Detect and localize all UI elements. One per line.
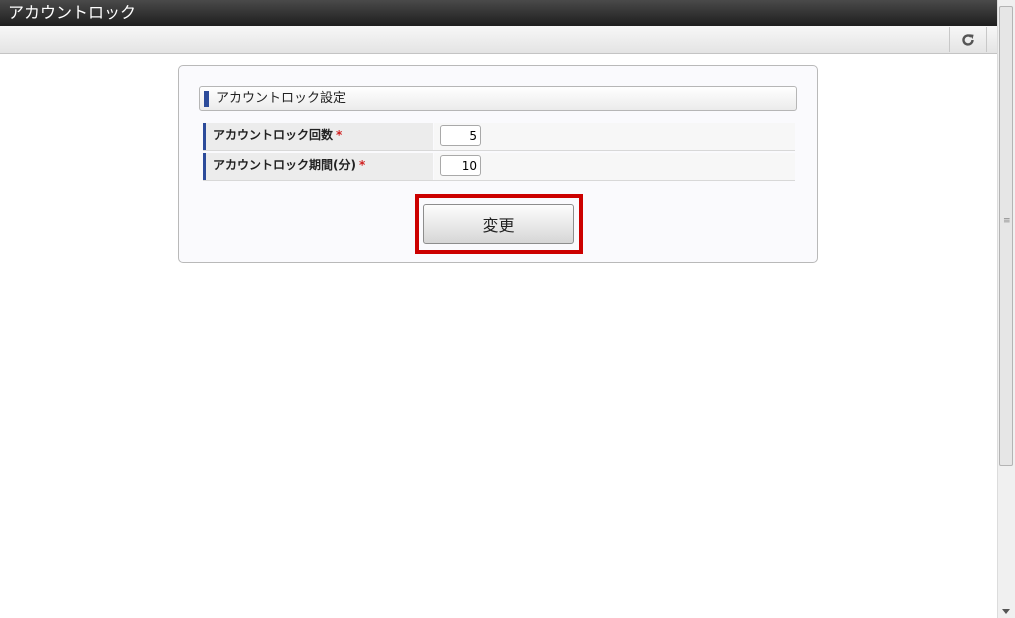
window-title: アカウントロック [0, 0, 997, 26]
section-header: アカウントロック設定 [199, 86, 797, 111]
field-label-lock-count: アカウントロック回数 * [203, 123, 433, 150]
field-row-lock-count: アカウントロック回数 * [203, 123, 795, 151]
field-value-cell [434, 153, 795, 180]
field-label-lock-period: アカウントロック期間(分) * [203, 153, 433, 180]
refresh-button[interactable] [949, 27, 987, 52]
field-row-lock-period: アカウントロック期間(分) * [203, 153, 795, 181]
vertical-scrollbar[interactable]: ≡ [997, 0, 1015, 618]
field-value-cell [434, 123, 795, 150]
settings-panel: アカウントロック設定 アカウントロック回数* アカウントロック期間(分)* 変更 [178, 65, 818, 263]
scroll-down-arrow-icon[interactable] [1002, 609, 1010, 614]
required-mark: * [358, 158, 366, 172]
field-label-text: アカウントロック回数 [213, 128, 334, 142]
lock-count-input[interactable] [440, 125, 481, 146]
field-label-text: アカウントロック期間(分) [213, 158, 356, 172]
section-accent-bar [204, 91, 209, 107]
change-button[interactable]: 変更 [423, 204, 574, 244]
lock-period-input[interactable] [440, 155, 481, 176]
grip-icon: ≡ [1003, 216, 1011, 226]
toolbar [0, 26, 997, 54]
section-title: アカウントロック設定 [216, 91, 347, 106]
scroll-thumb[interactable]: ≡ [999, 6, 1013, 466]
refresh-icon [962, 33, 974, 46]
required-mark: * [336, 128, 343, 142]
main-content: アカウントロック設定 アカウントロック回数* アカウントロック期間(分)* 変更 [0, 54, 997, 618]
